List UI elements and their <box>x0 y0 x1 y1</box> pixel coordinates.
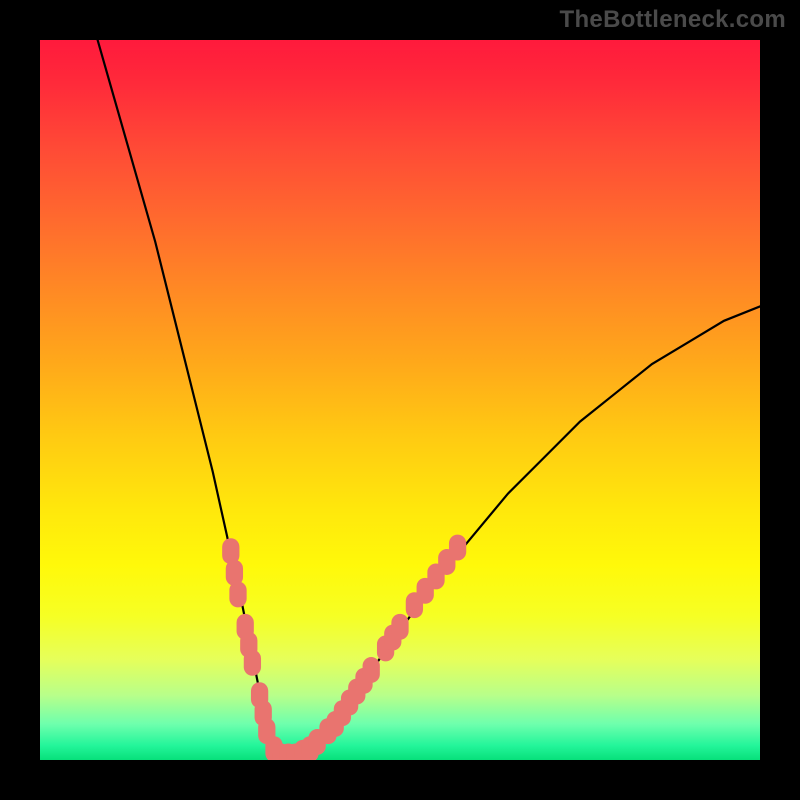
marker <box>391 614 408 640</box>
watermark-text: TheBottleneck.com <box>560 6 786 34</box>
frame: TheBottleneck.com <box>0 0 800 800</box>
markers-group <box>222 535 466 760</box>
marker <box>363 657 380 683</box>
curve-line <box>98 40 760 756</box>
marker <box>244 650 261 676</box>
chart-overlay <box>40 40 760 760</box>
marker <box>229 581 246 607</box>
marker <box>449 535 466 561</box>
plot-area <box>40 40 760 760</box>
